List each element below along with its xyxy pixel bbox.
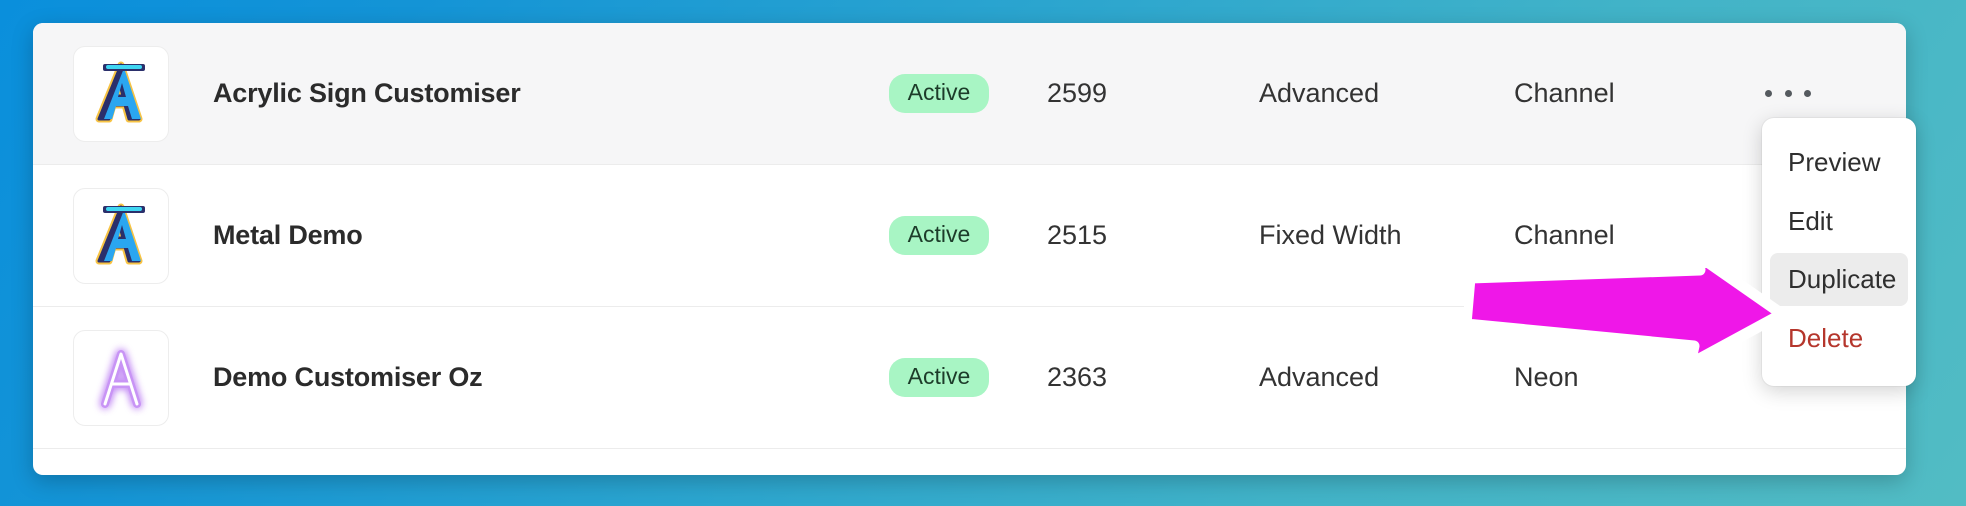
- thumbnail: [73, 329, 169, 426]
- customisers-table: Acrylic Sign Customiser Active 2599 Adva…: [33, 23, 1906, 449]
- status-badge: Active: [888, 358, 990, 397]
- row-thumbnail-cell: [33, 329, 209, 426]
- neon-letter-a-purple-icon: [83, 340, 159, 416]
- row-style: Channel: [1514, 220, 1615, 250]
- row-type: Advanced: [1259, 362, 1380, 392]
- menu-item-duplicate[interactable]: Duplicate: [1770, 253, 1908, 306]
- row-style: Channel: [1514, 78, 1615, 108]
- row-id: 2363: [1047, 362, 1108, 392]
- menu-item-preview[interactable]: Preview: [1770, 136, 1908, 189]
- thumbnail: [73, 45, 169, 142]
- status-badge: Active: [888, 216, 990, 255]
- thumbnail: [73, 187, 169, 284]
- row-name: Acrylic Sign Customiser: [213, 78, 521, 108]
- row-style: Neon: [1514, 362, 1579, 392]
- row-status-cell: Active: [849, 358, 1029, 397]
- row-id: 2515: [1047, 220, 1108, 250]
- row-type: Advanced: [1259, 78, 1380, 108]
- menu-item-edit[interactable]: Edit: [1770, 195, 1908, 248]
- stylized-letter-a-blue-icon: [86, 201, 156, 271]
- row-name: Demo Customiser Oz: [213, 362, 483, 392]
- row-status-cell: Active: [849, 216, 1029, 255]
- ellipsis-icon[interactable]: [1765, 79, 1811, 109]
- table-row[interactable]: Metal Demo Active 2515 Fixed Width Chann…: [33, 165, 1906, 307]
- customisers-table-card: Acrylic Sign Customiser Active 2599 Adva…: [33, 23, 1906, 475]
- stylized-letter-a-blue-icon: [86, 59, 156, 129]
- row-id: 2599: [1047, 78, 1108, 108]
- row-thumbnail-cell: [33, 187, 209, 284]
- menu-item-delete[interactable]: Delete: [1770, 312, 1908, 365]
- row-name: Metal Demo: [213, 220, 363, 250]
- status-badge: Active: [888, 74, 990, 113]
- row-status-cell: Active: [849, 74, 1029, 113]
- row-actions-cell: [1739, 79, 1906, 109]
- table-row[interactable]: Demo Customiser Oz Active 2363 Advanced …: [33, 307, 1906, 449]
- row-thumbnail-cell: [33, 45, 209, 142]
- row-actions-dropdown-menu: Preview Edit Duplicate Delete: [1762, 118, 1916, 386]
- table-row[interactable]: Acrylic Sign Customiser Active 2599 Adva…: [33, 23, 1906, 165]
- row-type: Fixed Width: [1259, 220, 1402, 250]
